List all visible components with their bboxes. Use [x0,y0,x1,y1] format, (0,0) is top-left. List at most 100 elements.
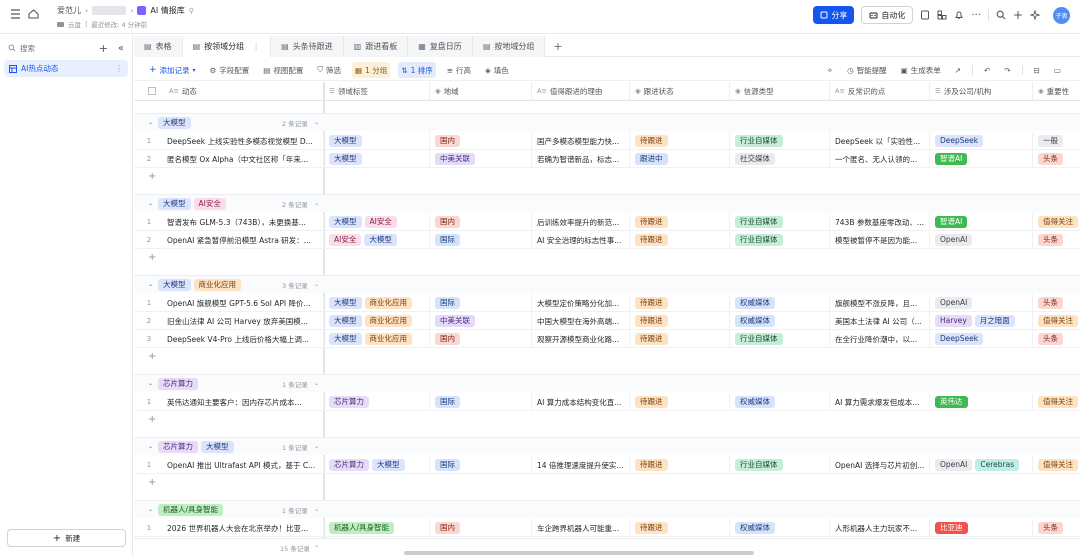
cell-region[interactable]: 中美关联 [430,312,532,330]
cell-source-type[interactable]: 社交媒体 [730,150,830,168]
cell-source-type[interactable]: 权威媒体 [730,519,830,537]
cell-anomaly[interactable]: DeepSeek 以「实验性... [830,132,930,150]
cell-title[interactable]: 2 OpenAI 紧急暂停前沿模型 Astra 研发：... [134,231,324,249]
collapse-sidebar-icon[interactable]: « [118,43,124,54]
add-view-icon[interactable]: + [553,40,562,53]
col-header-source-type[interactable]: ◉ 信源类型 [730,82,830,101]
cell-orgs[interactable]: Harvey 月之暗面 [930,312,1033,330]
smart-alert-button[interactable]: ◷ 智能提醒 [844,62,890,78]
chevron-down-icon[interactable]: ⌄ [148,119,153,126]
group-header[interactable]: ⌄ 芯片算力 大模型 1 条记录 ⌄ [134,437,1080,455]
cell-orgs[interactable]: DeepSeek [930,132,1033,150]
automation-button[interactable]: 自动化 [861,6,914,24]
cell-status[interactable]: 待跟进 [630,456,730,474]
cell-source-type[interactable]: 行业自媒体 [730,213,830,231]
cell-importance[interactable]: 头条 [1033,519,1080,537]
col-header-region[interactable]: ◉ 地域 [430,82,532,101]
cell-domain-tags[interactable]: 大模型 [324,150,430,168]
cell-title[interactable]: 2 匿名模型 Ox Alpha（中文社区称「年来... [134,150,324,168]
undo-icon[interactable]: ↶ [981,62,993,78]
cell-domain-tags[interactable]: AI安全 大模型 [324,231,430,249]
cell-reason[interactable]: 14 倍推理速度提升使实... [532,456,630,474]
cell-status[interactable]: 待跟进 [630,294,730,312]
expand-icon[interactable]: ⊟ [1031,62,1043,78]
chevron-down-icon[interactable]: ⌄ [314,542,319,549]
cell-region[interactable]: 国际 [430,456,532,474]
cell-orgs[interactable]: OpenAI Cerebras [930,456,1033,474]
chevron-down-icon[interactable]: ⌄ [148,380,153,387]
cell-status[interactable]: 跟进中 [630,150,730,168]
tab-6[interactable]: ▤ 按地域分组 [472,36,546,57]
cell-status[interactable]: 待跟进 [630,132,730,150]
avatar[interactable]: 子衷 [1053,6,1070,24]
tab-4[interactable]: ▥ 跟进看板 [343,36,409,57]
chevron-down-icon[interactable]: ⌄ [148,443,153,450]
tab-5[interactable]: ▦ 复盘日历 [408,36,473,57]
col-header-title[interactable]: A≡ 动态 [134,82,324,101]
bell-icon[interactable] [954,10,964,20]
cell-importance[interactable]: 值得关注 [1033,456,1080,474]
cell-source-type[interactable]: 行业自媒体 [730,132,830,150]
cell-reason[interactable]: 中国大模型在海外高端... [532,312,630,330]
cell-anomaly[interactable]: 模型被暂停不是因为能... [830,231,930,249]
share-view-icon[interactable]: ↗ [952,62,964,78]
cell-title[interactable]: 1 DeepSeek 上线实验性多模态视觉模型 D... [134,132,324,150]
cell-region[interactable]: 国际 [430,393,532,411]
cell-orgs[interactable]: 英伟达 [930,393,1033,411]
cell-reason[interactable]: 车企跨界机器人可能重... [532,519,630,537]
cell-title[interactable]: 1 智谱发布 GLM-5.3（743B），未更换基... [134,213,324,231]
cell-title[interactable]: 1 OpenAI 旗舰模型 GPT-5.6 Sol API 降价... [134,294,324,312]
chevron-down-icon[interactable]: ⌄ [314,119,319,126]
home-icon[interactable] [28,9,39,19]
fill-color-button[interactable]: ◈ 填色 [482,62,512,78]
cell-orgs[interactable]: OpenAI [930,231,1033,249]
add-row-button[interactable]: + [134,168,324,184]
cell-source-type[interactable]: 行业自媒体 [730,456,830,474]
chevron-down-icon[interactable]: ⌄ [314,281,319,288]
tab-3[interactable]: ▤ 头条待跟进 [271,36,344,57]
cell-orgs[interactable]: 比亚迪 [930,519,1033,537]
cell-anomaly[interactable]: AI 算力需求爆发但成本... [830,393,930,411]
col-header-importance[interactable]: ◉ 重要性 [1033,82,1080,101]
field-config-button[interactable]: ⚙ 字段配置 [207,62,253,78]
cell-status[interactable]: 待跟进 [630,393,730,411]
cell-region[interactable]: 国内 [430,519,532,537]
chevron-down-icon[interactable]: ⌄ [314,380,319,387]
cell-importance[interactable]: 值得关注 [1033,213,1080,231]
cell-source-type[interactable]: 权威媒体 [730,393,830,411]
cell-importance[interactable]: 头条 [1033,294,1080,312]
col-header-reason[interactable]: A≡ 值得跟进的理由 [532,82,630,101]
col-header-orgs[interactable]: ☰ 涉及公司/机构 [930,82,1033,101]
add-row-button[interactable]: + [134,348,324,364]
cell-source-type[interactable]: 权威媒体 [730,312,830,330]
cell-title[interactable]: 1 OpenAI 推出 Ultrafast API 模式，基于 C... [134,456,324,474]
chevron-down-icon[interactable]: ⌄ [314,443,319,450]
cell-domain-tags[interactable]: 机器人/具身智能 [324,519,430,537]
col-header-status[interactable]: ◉ 跟进状态 [630,82,730,101]
cell-status[interactable]: 待跟进 [630,312,730,330]
cell-importance[interactable]: 值得关注 [1033,393,1080,411]
group-header[interactable]: ⌄ 大模型 2 条记录 ⌄ [134,113,1080,131]
redo-icon[interactable]: ↷ [1001,62,1013,78]
row-height-button[interactable]: ≡ 行高 [444,62,474,78]
cell-domain-tags[interactable]: 芯片算力 [324,393,430,411]
table-row[interactable]: 2 匿名模型 Ox Alpha（中文社区称「年来... 大模型 中美关联 若确为智谱新品… [134,150,1080,168]
group-header[interactable]: ⌄ 芯片算力 1 条记录 ⌄ [134,374,1080,392]
view-config-button[interactable]: ▤ 视图配置 [260,62,306,78]
col-header-domain-tags[interactable]: ☰ 领域标签 [324,82,430,101]
doc-info-icon[interactable] [920,10,930,20]
breadcrumb-user[interactable]: 爱范儿 [57,5,81,16]
table-row[interactable]: 1 DeepSeek 上线实验性多模态视觉模型 D... 大模型 国内 国产多模态模型能… [134,132,1080,150]
table-row[interactable]: 1 智谱发布 GLM-5.3（743B），未更换基... 大模型 AI安全 国内 后训练效… [134,213,1080,231]
cell-title[interactable]: 1 英伟达通知主要客户：因内存芯片成本... [134,393,324,411]
add-row-button[interactable]: + [134,411,324,427]
cell-anomaly[interactable]: 人形机器人主力玩家不... [830,519,930,537]
cell-reason[interactable]: 观察开源模型商业化路... [532,330,630,348]
horizontal-scrollbar[interactable] [404,551,754,555]
cell-region[interactable]: 国际 [430,294,532,312]
chevron-down-icon[interactable]: ⌄ [314,506,319,513]
table-row[interactable]: 2 旧金山法律 AI 公司 Harvey 放弃美国模... 大模型 商业化应用 中美关联… [134,312,1080,330]
chevron-down-icon[interactable]: ⌄ [314,200,319,207]
table-row[interactable]: 3 DeepSeek V4-Pro 上线后价格大幅上调... 大模型 商业化应用 国内观… [134,330,1080,348]
pin-icon[interactable]: ⚲ [189,7,194,15]
